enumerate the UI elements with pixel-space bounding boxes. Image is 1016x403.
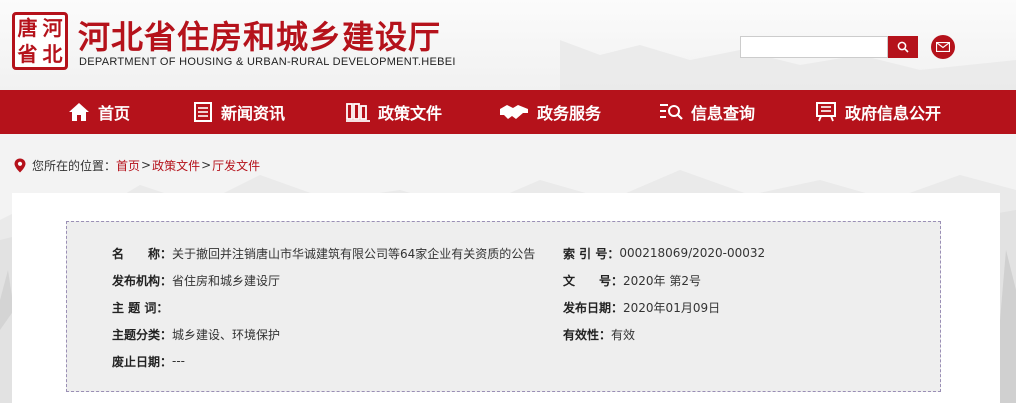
name-value: 关于撤回并注销唐山市华诚建筑有限公司等64家企业有关资质的公告 xyxy=(172,246,536,261)
info-row-expiry: 废止日期： --- xyxy=(112,353,185,369)
nav-item-policy[interactable]: 政策文件 xyxy=(346,90,442,134)
search-list-icon xyxy=(660,104,683,120)
location-pin-icon xyxy=(14,158,26,172)
nav-item-home[interactable]: 首页 xyxy=(68,90,130,134)
seal-char: 唐 xyxy=(17,16,38,40)
breadcrumb-prefix: 您所在的位置： xyxy=(32,158,117,173)
breadcrumb-link-policy[interactable]: 政策文件 xyxy=(152,157,200,174)
validity-value: 有效 xyxy=(611,327,636,342)
search-icon xyxy=(897,41,909,53)
nav-item-label: 政策文件 xyxy=(378,104,443,123)
breadcrumb-separator: > xyxy=(201,158,212,172)
main-nav: 首页 新闻资讯 政策文件 政务服务 信息查询 政府信息公开 xyxy=(0,90,1016,134)
docno-label: 文 号： xyxy=(563,273,624,288)
info-row-date: 发布日期： 2020年01月09日 xyxy=(563,299,720,315)
breadcrumb-link-dept-docs[interactable]: 厅发文件 xyxy=(212,157,260,174)
info-row-validity: 有效性： 有效 xyxy=(563,326,635,342)
category-label: 主题分类： xyxy=(112,327,173,342)
board-icon xyxy=(816,102,836,122)
seal-char: 省 xyxy=(17,42,38,66)
nav-item-services[interactable]: 政务服务 xyxy=(499,90,601,134)
nav-item-public-info[interactable]: 政府信息公开 xyxy=(815,90,941,134)
org-label: 发布机构： xyxy=(112,273,173,288)
name-label: 名 称： xyxy=(112,246,173,261)
seal-char: 北 xyxy=(42,42,63,66)
search-button[interactable] xyxy=(888,36,918,58)
info-row-category: 主题分类： 城乡建设、环境保护 xyxy=(112,326,280,342)
home-icon xyxy=(69,103,89,121)
date-value: 2020年01月09日 xyxy=(623,300,721,315)
category-value: 城乡建设、环境保护 xyxy=(172,327,281,342)
info-row-keywords: 主 题 词： xyxy=(112,299,168,315)
nav-item-label: 政府信息公开 xyxy=(845,104,942,123)
docno-value: 2020年 第2号 xyxy=(623,273,702,288)
breadcrumb: 您所在的位置： 首页 > 政策文件 > 厅发文件 xyxy=(14,155,260,175)
mail-icon xyxy=(936,42,950,52)
search-input[interactable] xyxy=(740,36,888,58)
site-title: 河北省住房和城乡建设厅 xyxy=(78,18,442,56)
breadcrumb-separator: > xyxy=(141,158,152,172)
nav-item-news[interactable]: 新闻资讯 xyxy=(193,90,285,134)
site-subtitle: DEPARTMENT OF HOUSING & URBAN-RURAL DEVE… xyxy=(79,56,456,68)
nav-item-label: 信息查询 xyxy=(691,104,756,123)
document-icon xyxy=(194,102,212,122)
mail-button[interactable] xyxy=(931,35,955,59)
validity-label: 有效性： xyxy=(563,327,612,342)
nav-item-label: 首页 xyxy=(98,104,131,123)
nav-item-label: 政务服务 xyxy=(537,104,602,123)
breadcrumb-link-home[interactable]: 首页 xyxy=(116,157,140,174)
seal-char: 河 xyxy=(42,16,63,40)
expiry-value: --- xyxy=(172,354,186,368)
org-value: 省住房和城乡建设厅 xyxy=(172,273,281,288)
info-row-name: 名 称： 关于撤回并注销唐山市华诚建筑有限公司等64家企业有关资质的公告 xyxy=(112,245,535,261)
keywords-label: 主 题 词： xyxy=(112,300,169,315)
books-icon xyxy=(346,103,370,122)
date-label: 发布日期： xyxy=(563,300,624,315)
nav-item-label: 新闻资讯 xyxy=(221,104,286,123)
info-row-docno: 文 号： 2020年 第2号 xyxy=(563,272,701,288)
index-value: 000218069/2020-00032 xyxy=(619,246,766,260)
index-label: 索 引 号： xyxy=(563,246,620,261)
info-row-index: 索 引 号： 000218069/2020-00032 xyxy=(563,245,765,261)
info-row-org: 发布机构： 省住房和城乡建设厅 xyxy=(112,272,280,288)
logo-seal: 唐 河 省 北 xyxy=(12,12,68,70)
handshake-icon xyxy=(500,105,528,119)
nav-item-query[interactable]: 信息查询 xyxy=(659,90,755,134)
expiry-label: 废止日期： xyxy=(112,354,173,369)
